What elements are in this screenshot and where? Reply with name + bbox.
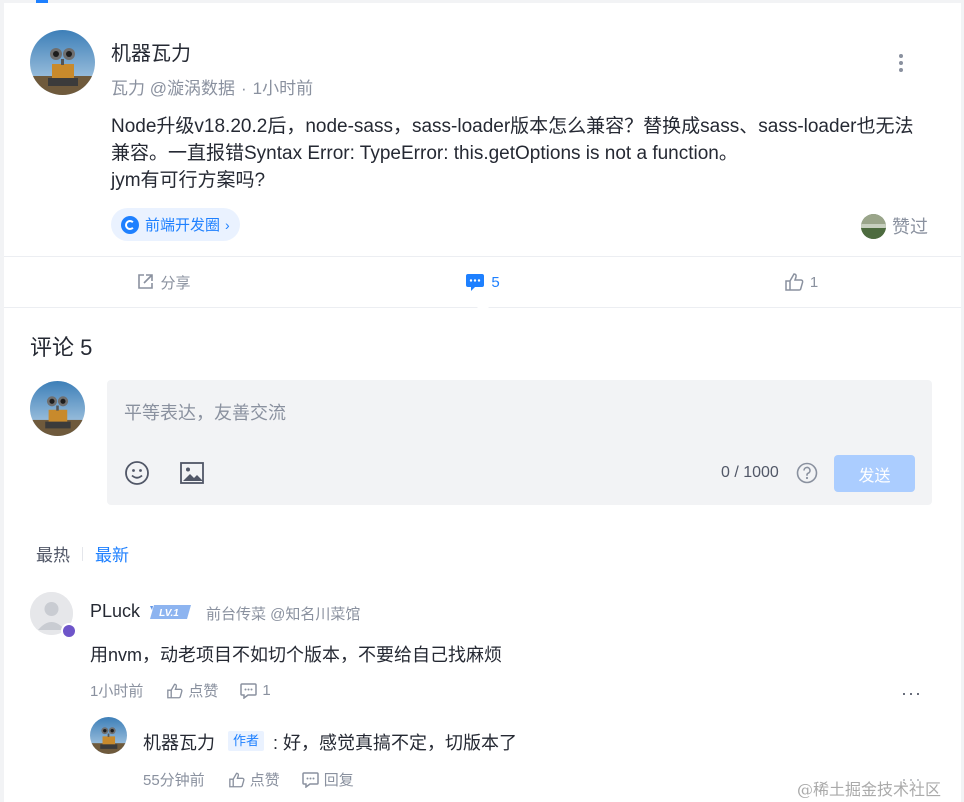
action-bar: 分享 5 1	[4, 256, 961, 313]
reply-text: : 好，感觉真搞不定，切版本了	[273, 733, 518, 753]
reply-time: 55分钟前	[143, 772, 205, 789]
circle-tag-button[interactable]: 前端开发圈 ›	[111, 208, 240, 241]
comment-more-icon[interactable]: ···	[901, 683, 922, 704]
post-card: 机器瓦力 瓦力 @漩涡数据 · 1小时前 Node升级v18.20.2后，node-…	[4, 0, 961, 802]
comment-editor[interactable]: 平等表达，友善交流 0 / 1000 发送	[107, 380, 932, 505]
tab-hottest[interactable]: 最热	[36, 541, 70, 566]
liker-avatar	[861, 213, 886, 239]
reply-author-name[interactable]: 机器瓦力	[143, 729, 215, 755]
liked-by[interactable]: 赞过	[861, 213, 928, 239]
comment-count: 5	[491, 273, 500, 291]
author-avatar[interactable]	[30, 30, 95, 95]
reply-icon	[301, 771, 319, 788]
share-button[interactable]: 分享	[4, 257, 323, 307]
comment-meta: 1小时前 点赞 1	[90, 680, 293, 701]
author-tag-badge: 作者	[228, 731, 265, 751]
comment-icon	[466, 273, 485, 291]
circle-tag-label: 前端开发圈	[145, 217, 221, 234]
current-user-avatar	[30, 381, 85, 436]
commenter-job: 前台传菜 @知名川菜馆	[206, 606, 361, 623]
reply-meta: 55分钟前 点赞 回复	[143, 769, 376, 790]
tab-divider	[82, 546, 83, 561]
thumbs-up-icon	[785, 273, 804, 291]
reply-like-label: 点赞	[249, 772, 280, 789]
commenter-name[interactable]: PLuck	[90, 601, 140, 622]
comment-text: 用nvm，动老项目不如切个版本，不要给自己找麻烦	[90, 645, 503, 665]
reply-reply-label: 回复	[323, 772, 354, 789]
char-counter: 0 / 1000	[721, 464, 779, 481]
thumbs-up-icon	[167, 683, 183, 698]
post-content-line: jym有可行方案吗?	[111, 170, 266, 191]
liked-label: 赞过	[892, 217, 928, 237]
comment-input-placeholder[interactable]: 平等表达，友善交流	[124, 399, 286, 425]
comment-reply-button[interactable]: 1	[240, 682, 271, 699]
like-button[interactable]: 1	[642, 257, 961, 307]
author-title: 瓦力 @漩涡数据	[111, 79, 235, 98]
comment-like-label: 点赞	[188, 683, 219, 700]
comment-reply-count: 1	[262, 682, 271, 699]
help-icon[interactable]	[796, 462, 818, 489]
image-upload-icon[interactable]	[179, 460, 205, 491]
share-icon	[138, 274, 154, 289]
comment-button[interactable]: 5	[323, 257, 642, 313]
more-options-icon[interactable]	[891, 54, 911, 78]
reply-author-avatar[interactable]	[90, 717, 127, 754]
verified-badge-icon	[61, 623, 77, 639]
post-content-line: 兼容。一直报错Syntax Error: TypeError: this.get…	[111, 143, 738, 164]
post-content-line: Node升级v18.20.2后，node-sass，sass-loader版本怎…	[111, 116, 914, 137]
send-button[interactable]: 发送	[834, 455, 915, 492]
chevron-right-icon: ›	[225, 216, 230, 233]
post-content: Node升级v18.20.2后，node-sass，sass-loader版本怎…	[111, 113, 941, 194]
comments-title: 评论 5	[30, 335, 93, 360]
sort-tabs: 最热 最新	[36, 541, 129, 566]
site-watermark: @稀土掘金技术社区	[797, 776, 942, 800]
post-meta: 瓦力 @漩涡数据 · 1小时前	[111, 74, 313, 99]
tab-latest[interactable]: 最新	[95, 541, 129, 566]
emoji-icon[interactable]	[124, 460, 150, 491]
share-label: 分享	[160, 274, 191, 292]
reply-icon	[240, 682, 258, 699]
level-badge: LV.1	[150, 605, 191, 619]
comment-time: 1小时前	[90, 683, 144, 700]
top-accent-mark	[36, 0, 48, 3]
post-time: 1小时前	[252, 79, 314, 98]
meta-separator: ·	[240, 79, 247, 98]
comment-like-button[interactable]: 点赞	[167, 680, 218, 701]
circle-icon	[121, 215, 139, 234]
reply-like-button[interactable]: 点赞	[228, 769, 280, 790]
author-name[interactable]: 机器瓦力	[111, 37, 191, 66]
reply-reply-button[interactable]: 回复	[301, 769, 354, 790]
level-text: LV.1	[159, 608, 179, 619]
like-count: 1	[809, 273, 819, 291]
thumbs-up-icon	[228, 772, 245, 787]
